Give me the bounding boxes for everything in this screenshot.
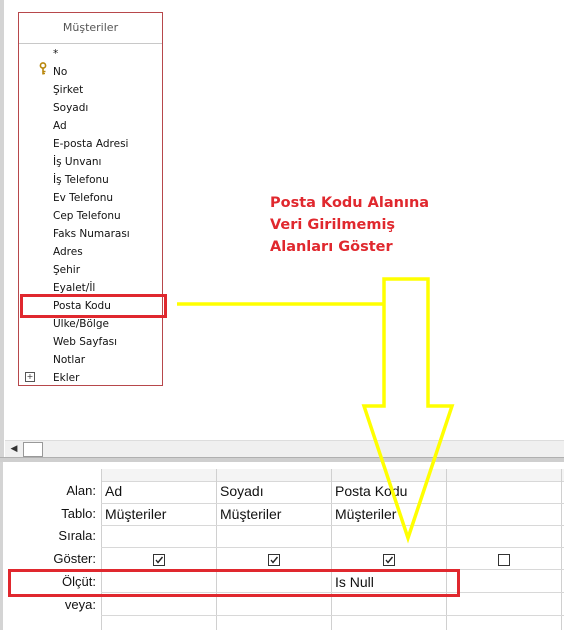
annotation-arrow-icon	[177, 277, 455, 544]
